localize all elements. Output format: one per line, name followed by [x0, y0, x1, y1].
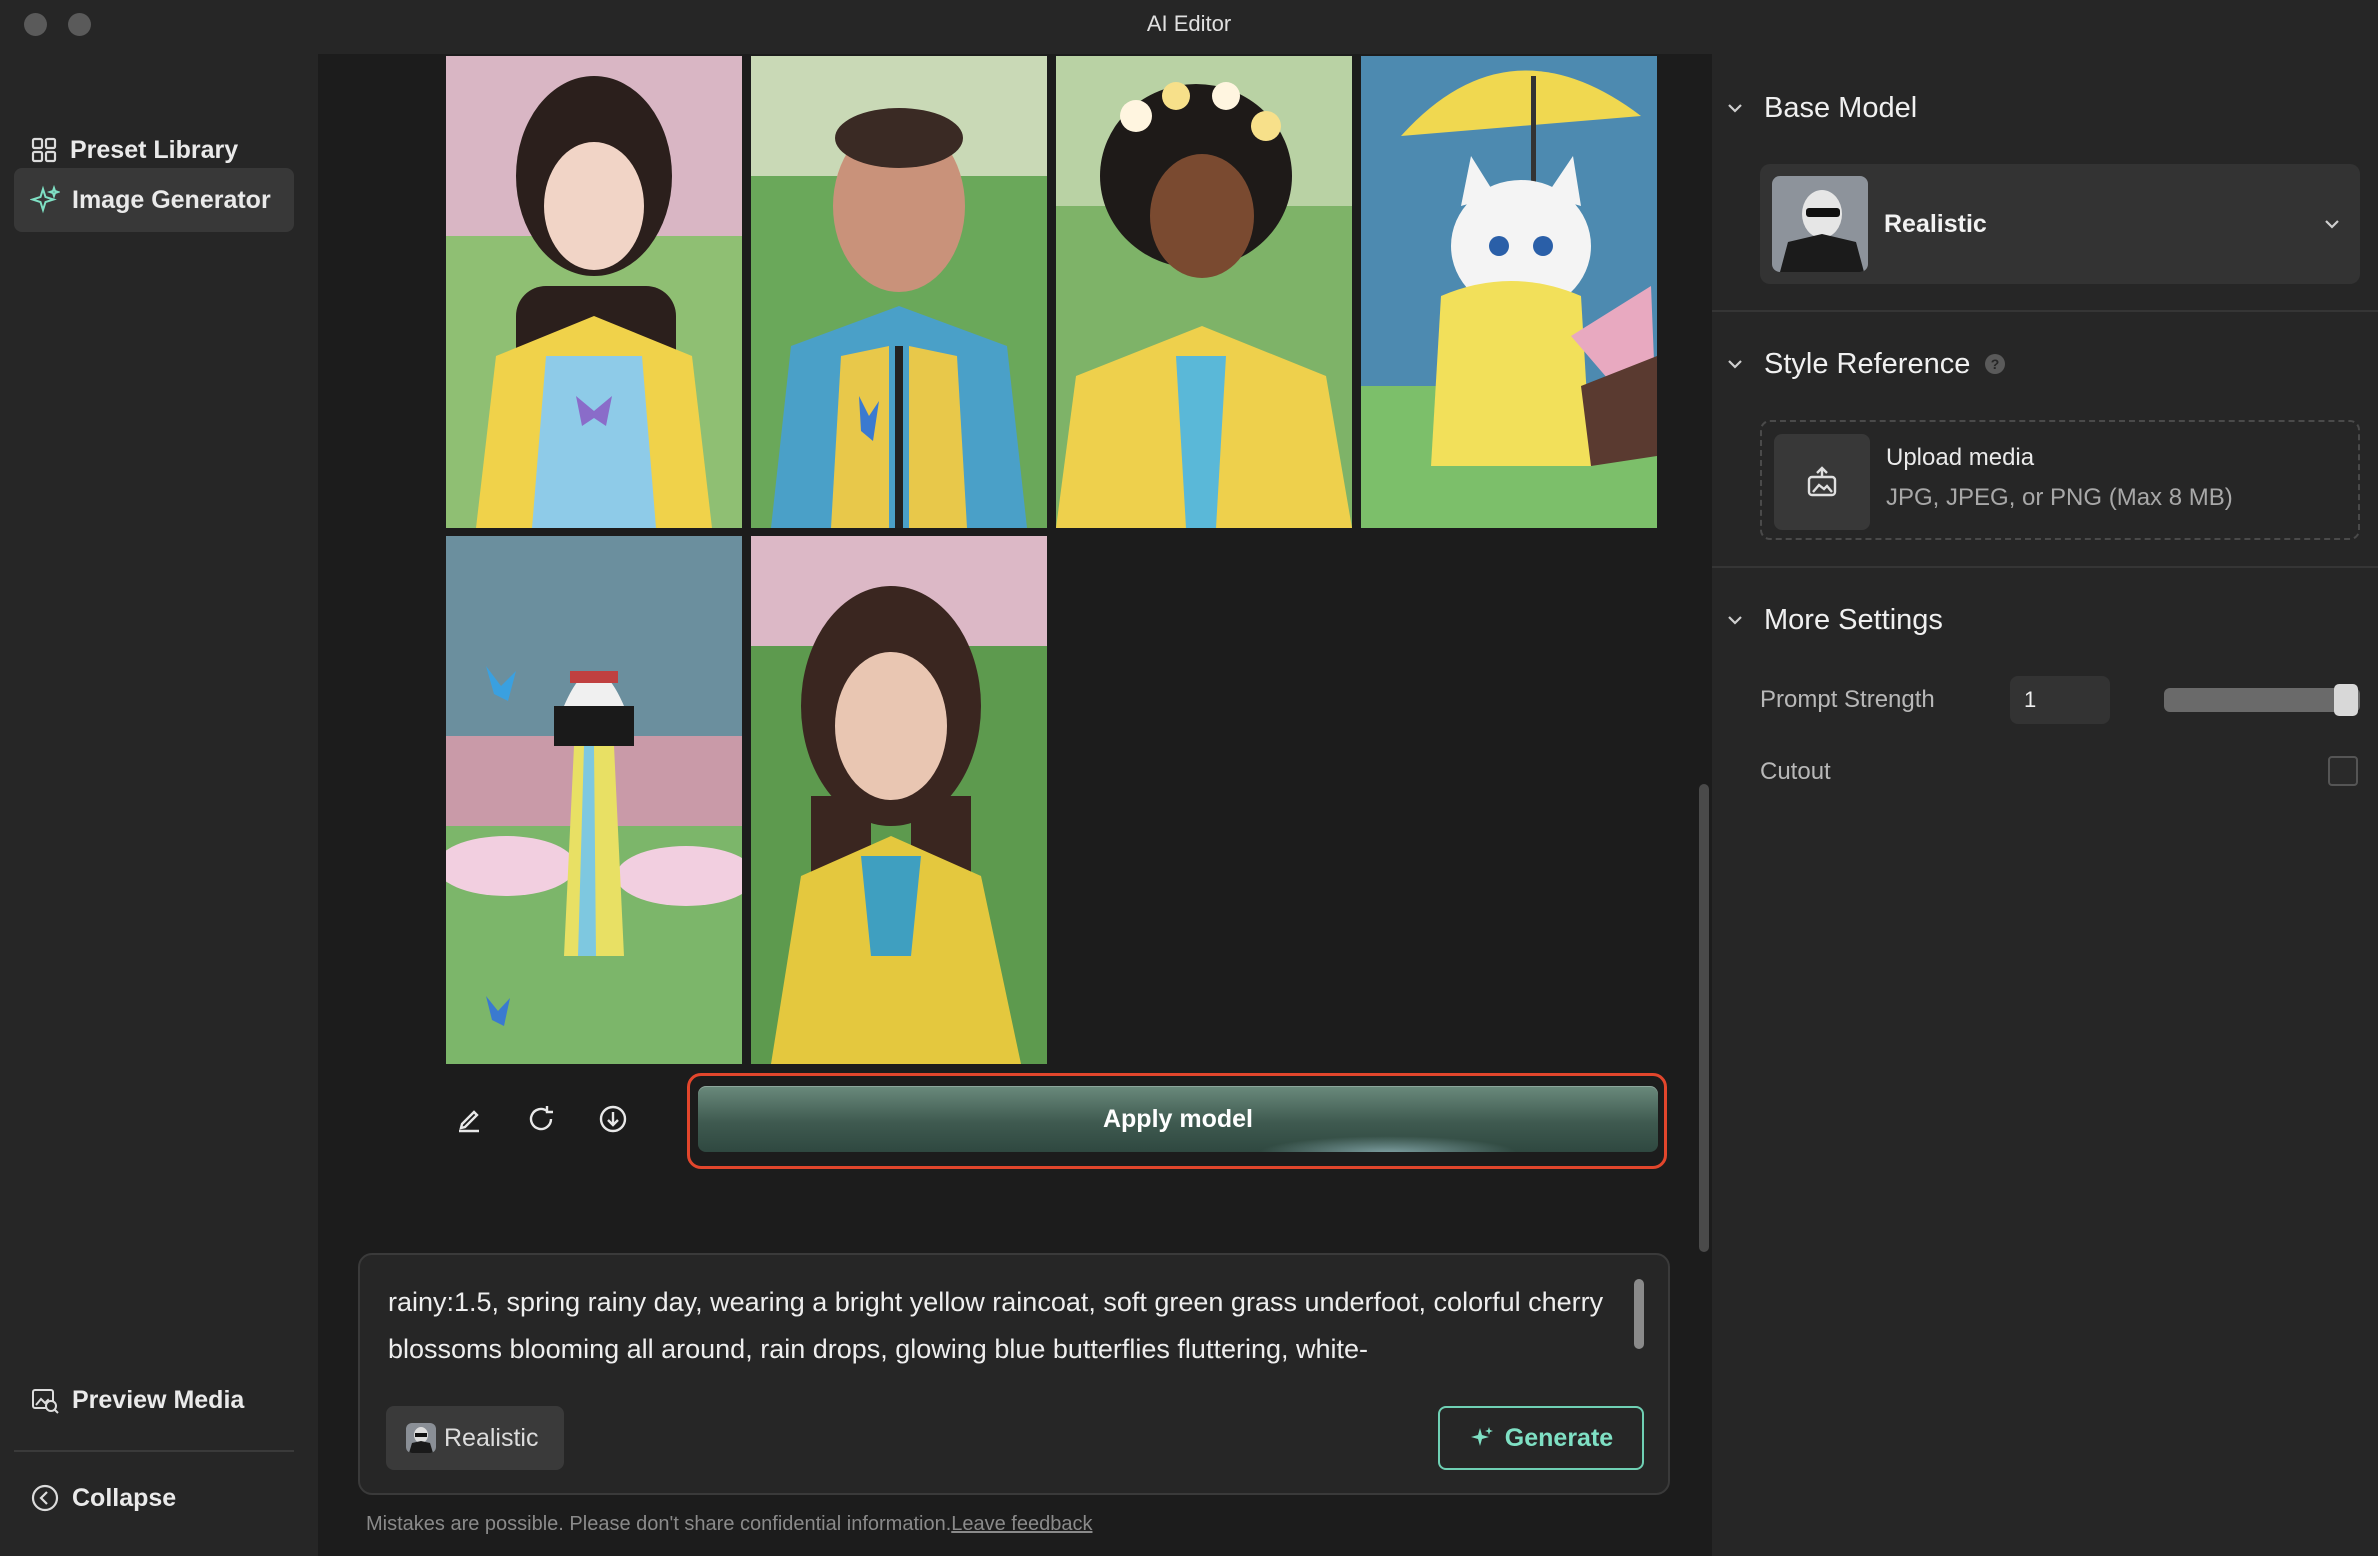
window-title: AI Editor: [1146, 11, 1232, 36]
sparkle-icon: [1470, 1427, 1493, 1446]
base-model-select[interactable]: Realistic: [1760, 164, 2360, 284]
gallery-image[interactable]: [751, 56, 1047, 528]
gallery-scrollbar[interactable]: [1699, 784, 1709, 1252]
apply-model-label: Apply model: [1102, 1104, 1253, 1133]
upload-title: Upload media: [1886, 444, 2035, 471]
chevron-down-icon: [1728, 616, 1742, 625]
base-model-title: Base Model: [1764, 91, 1918, 124]
model-chip-avatar: [406, 1423, 436, 1453]
sidebar-item-image-generator[interactable]: Image Generator: [14, 168, 294, 232]
disclaimer-text: Mistakes are possible. Please don't shar…: [366, 1513, 952, 1535]
generate-button[interactable]: Generate: [1438, 1406, 1644, 1470]
gallery-image[interactable]: [1361, 56, 1657, 528]
more-settings-title: More Settings: [1764, 603, 1943, 636]
style-reference-section-toggle[interactable]: Style Reference ?: [1726, 344, 2026, 384]
sparkle-icon: [30, 185, 60, 214]
regenerate-icon: [529, 1106, 553, 1131]
cutout-label: Cutout: [1760, 758, 1831, 785]
sidebar-item-label: Preview Media: [72, 1385, 245, 1414]
sidebar-item-label: Image Generator: [72, 185, 271, 214]
edit-pencil-icon: [459, 1110, 479, 1133]
download-icon: [599, 1105, 627, 1133]
section-divider: [1712, 566, 2378, 568]
section-divider: [1712, 310, 2378, 312]
chevron-down-icon: [1728, 104, 1742, 113]
model-thumbnail: [1772, 176, 1868, 272]
settings-panel: Base Model Realistic Style Reference ? U…: [1712, 54, 2378, 1556]
model-chip-label: Realistic: [444, 1423, 539, 1452]
apply-button-glow: [1258, 1136, 1518, 1152]
prompt-input[interactable]: rainy:1.5, spring rainy day, wearing a b…: [388, 1279, 1608, 1375]
title-bar: AI Editor: [0, 0, 2378, 54]
chevron-down-icon: [1728, 360, 1742, 369]
grid-icon: [31, 137, 57, 163]
prompt-strength-input[interactable]: 1: [2010, 676, 2110, 724]
prompt-strength-slider[interactable]: [2164, 688, 2360, 712]
gallery-image[interactable]: [751, 536, 1047, 1064]
base-model-section-toggle[interactable]: Base Model: [1726, 88, 1917, 128]
base-model-value: Realistic: [1884, 210, 1987, 238]
model-chip[interactable]: Realistic: [386, 1406, 564, 1470]
chevron-down-icon: [2325, 220, 2339, 229]
apply-model-button[interactable]: Apply model: [698, 1086, 1658, 1152]
preview-media-icon: [32, 1389, 59, 1414]
gallery-image[interactable]: [446, 56, 742, 528]
leave-feedback-link[interactable]: Leave feedback: [951, 1513, 1092, 1535]
collapse-circle-icon: [31, 1484, 59, 1512]
more-settings-section-toggle[interactable]: More Settings: [1726, 600, 1943, 640]
gallery-image[interactable]: [1056, 56, 1352, 528]
regenerate-button[interactable]: [519, 1097, 563, 1141]
download-button[interactable]: [591, 1097, 635, 1141]
sidebar-item-collapse[interactable]: Collapse: [14, 1466, 294, 1530]
prompt-strength-label: Prompt Strength: [1760, 686, 1935, 713]
disclaimer: Mistakes are possible. Please don't shar…: [366, 1513, 1092, 1536]
upload-hint: JPG, JPEG, or PNG (Max 8 MB): [1886, 484, 2233, 511]
cutout-checkbox[interactable]: [2328, 756, 2358, 786]
sidebar-item-label: Preset Library: [70, 135, 239, 164]
sidebar-item-label: Collapse: [72, 1483, 177, 1512]
gallery-image[interactable]: [446, 536, 742, 1064]
prompt-strength-slider-handle[interactable]: [2334, 684, 2358, 716]
sidebar: Preset Library Image Generator Preview M…: [0, 54, 318, 1556]
edit-button[interactable]: [447, 1097, 491, 1141]
sidebar-divider: [14, 1450, 294, 1452]
prompt-box: rainy:1.5, spring rainy day, wearing a b…: [358, 1253, 1670, 1495]
svg-text:?: ?: [1991, 356, 2000, 372]
upload-image-icon: [1774, 434, 1870, 530]
upload-media-dropzone[interactable]: Upload media JPG, JPEG, or PNG (Max 8 MB…: [1760, 420, 2360, 540]
style-reference-title: Style Reference: [1764, 347, 1971, 380]
sidebar-item-preview-media[interactable]: Preview Media: [14, 1368, 294, 1432]
help-icon[interactable]: ?: [1984, 353, 2006, 375]
prompt-scrollbar[interactable]: [1634, 1279, 1644, 1349]
generate-label: Generate: [1504, 1423, 1614, 1452]
